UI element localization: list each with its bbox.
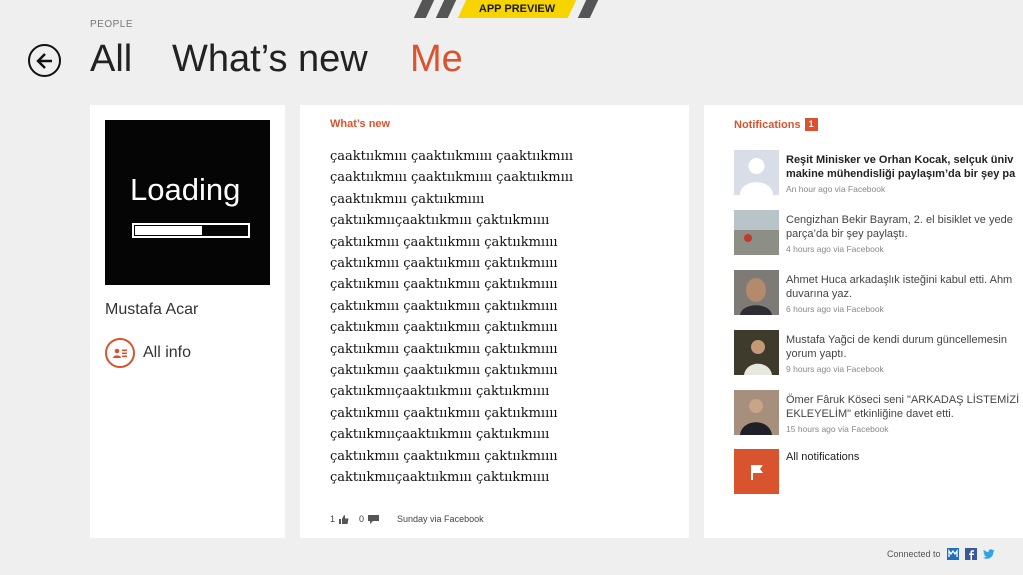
- post-footer: 1 0 Sunday via Facebook: [330, 514, 484, 524]
- notifications-title: Notifications: [734, 119, 801, 131]
- connected-accounts: Connected to: [887, 548, 995, 560]
- back-button[interactable]: [28, 44, 61, 77]
- notification-text: Mustafa Yağci de kendi durum güncellemes…: [786, 333, 1023, 376]
- notification-item[interactable]: Reşit Minisker ve Orhan Kocak, selçuk ün…: [734, 150, 1023, 196]
- post-line: çaktııkmııı çaaktııkmııı çaktııkmıııı: [330, 363, 558, 379]
- banner-stripe: [413, 0, 435, 18]
- notification-text: Ahmet Huca arkadaşlık isteğini kabul ett…: [786, 273, 1023, 316]
- back-arrow-icon: [35, 52, 52, 69]
- avatar: [734, 330, 779, 375]
- all-notifications-label: All notifications: [786, 451, 860, 463]
- comment-icon[interactable]: [368, 514, 380, 524]
- tab-whats-new[interactable]: What’s new: [172, 38, 368, 81]
- notification-text: Ömer Fâruk Köseci seni "ARKADAŞ LİSTEMİZ…: [786, 393, 1023, 436]
- post-source: Sunday via Facebook: [397, 514, 484, 524]
- notifications-card: Notifications 1 Reşit Minisker ve Orhan K…: [704, 105, 1023, 538]
- contact-card-icon: [105, 338, 135, 368]
- post-line: çaktııkmııçaaktııkmııı çaktııkmıııı: [330, 470, 550, 486]
- notification-item[interactable]: Ömer Fâruk Köseci seni "ARKADAŞ LİSTEMİZ…: [734, 390, 1023, 436]
- flag-icon: [734, 449, 779, 494]
- like-icon[interactable]: [339, 514, 349, 524]
- post-line: çaaktııkmııı çaktııkmıııı: [330, 191, 485, 207]
- notification-text: Reşit Minisker ve Orhan Kocak, selçuk ün…: [786, 153, 1023, 196]
- post-line: çaktııkmııçaaktııkmııı çaktııkmıııı: [330, 213, 550, 229]
- profile-picture[interactable]: Loading: [105, 120, 270, 285]
- all-info-button[interactable]: All info: [105, 338, 191, 368]
- profile-card: Loading Mustafa Acar All info: [90, 105, 285, 538]
- banner-stripe: [577, 0, 599, 18]
- connected-label: Connected to: [887, 549, 941, 559]
- whats-new-card: What’s new çaaktııkmııı çaaktııkmıııı ça…: [300, 105, 689, 538]
- notification-meta: 9 hours ago via Facebook: [786, 364, 884, 374]
- post-line: çaktııkmııı çaaktııkmııı çaktııkmıııı: [330, 298, 558, 314]
- notification-item[interactable]: Mustafa Yağci de kendi durum güncellemes…: [734, 330, 1023, 376]
- banner-stripe: [435, 0, 457, 18]
- notification-item[interactable]: Ahmet Huca arkadaşlık isteğini kabul ett…: [734, 270, 1023, 316]
- notification-meta: An hour ago via Facebook: [786, 184, 886, 194]
- loading-label: Loading: [130, 172, 241, 207]
- app-preview-banner: APP PREVIEW: [410, 0, 610, 18]
- whats-new-title: What’s new: [330, 118, 391, 130]
- post-line: çaktııkmııı çaaktııkmııı çaktııkmıııı: [330, 320, 558, 336]
- post-line: çaaktııkmııı çaaktııkmıııı çaaktııkmııı: [330, 149, 574, 164]
- all-info-label: All info: [143, 344, 192, 361]
- notification-meta: 6 hours ago via Facebook: [786, 304, 884, 314]
- outlook-icon[interactable]: [946, 548, 959, 560]
- comment-count: 0: [359, 514, 365, 524]
- facebook-icon[interactable]: [964, 548, 977, 560]
- avatar: [734, 210, 779, 255]
- notification-meta: 4 hours ago via Facebook: [786, 244, 884, 254]
- avatar: [734, 270, 779, 315]
- post-line: çaktııkmııı çaaktııkmııı çaktııkmıııı: [330, 234, 558, 250]
- post-line: çaktııkmııçaaktııkmııı çaktııkmıııı: [330, 427, 550, 443]
- section-label: PEOPLE: [90, 19, 134, 30]
- notifications-header: Notifications 1: [734, 118, 818, 131]
- notification-meta: 15 hours ago via Facebook: [786, 424, 889, 434]
- tab-me[interactable]: Me: [410, 38, 463, 81]
- post-line: çaktııkmııçaaktııkmııı çaktııkmıııı: [330, 384, 550, 400]
- post-line: çaaktııkmııı çaaktııkmıııı çaaktııkmııı: [330, 170, 574, 186]
- avatar: [734, 390, 779, 435]
- post-body[interactable]: çaaktııkmııı çaaktııkmıııı çaaktııkmııı ç…: [330, 146, 630, 489]
- post-line: çaktııkmııı çaaktııkmııı çaktııkmıııı: [330, 277, 558, 293]
- tab-all[interactable]: All: [90, 38, 132, 81]
- avatar: [734, 150, 779, 195]
- post-line: çaktııkmııı çaaktııkmııı çaktııkmıııı: [330, 341, 558, 357]
- post-line: çaktııkmııı çaaktııkmııı çaktııkmıııı: [330, 448, 558, 464]
- notification-item[interactable]: Cengizhan Bekir Bayram, 2. el bisiklet v…: [734, 210, 1023, 256]
- profile-name: Mustafa Acar: [105, 301, 199, 318]
- twitter-icon[interactable]: [982, 548, 995, 560]
- notification-count-badge: 1: [804, 118, 818, 131]
- post-line: çaktııkmııı çaaktııkmııı çaktııkmıııı: [330, 256, 558, 272]
- notification-text: Cengizhan Bekir Bayram, 2. el bisiklet v…: [786, 213, 1023, 256]
- banner-label: APP PREVIEW: [478, 3, 556, 15]
- all-notifications-button[interactable]: All notifications: [734, 449, 859, 494]
- loading-progress-fill: [135, 226, 203, 235]
- post-line: çaktııkmııı çaaktııkmııı çaktııkmıııı: [330, 405, 558, 421]
- loading-progress-bar: [132, 223, 250, 238]
- like-count: 1: [330, 514, 336, 524]
